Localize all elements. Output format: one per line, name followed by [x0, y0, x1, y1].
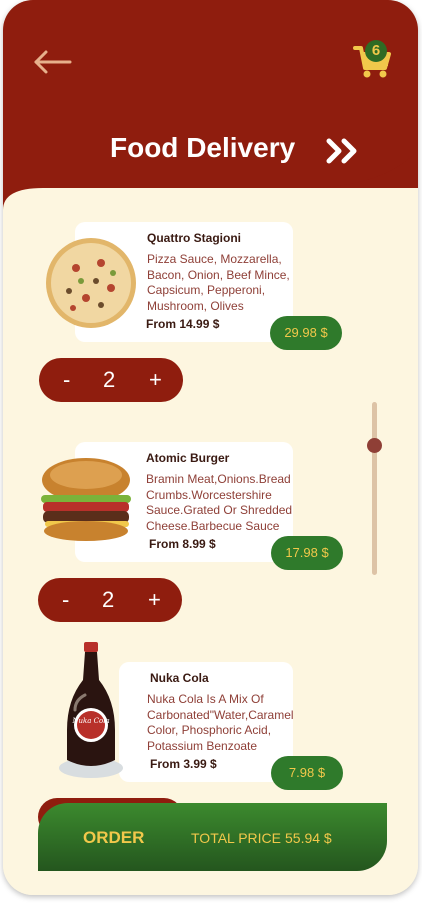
- quantity-stepper: - 2 +: [39, 358, 183, 402]
- item-total-price: 7.98 $: [271, 756, 343, 790]
- product-name: Quattro Stagioni: [147, 231, 241, 245]
- increment-button[interactable]: +: [148, 578, 161, 622]
- product-from-price: From 14.99 $: [146, 317, 220, 331]
- product-from-price: From 8.99 $: [149, 537, 216, 551]
- nuka-cola-bottle-image: Nuka Cola: [59, 642, 123, 778]
- product-description: Nuka Cola Is A Mix Of Carbonated"Water,C…: [147, 692, 294, 753]
- quantity-value: 2: [102, 587, 115, 612]
- decrement-button[interactable]: -: [63, 358, 70, 402]
- total-price-value: 55.94 $: [285, 830, 332, 846]
- pizza-image: [46, 238, 136, 328]
- increment-button[interactable]: +: [149, 358, 162, 402]
- product-name: Atomic Burger: [146, 451, 230, 465]
- cart-count-badge: 6: [365, 40, 387, 62]
- burger-image: [41, 458, 131, 541]
- page-title: Food Delivery: [110, 132, 296, 163]
- product-name: Nuka Cola: [150, 671, 209, 685]
- product-description: Pizza Sauce, Mozzarella, Bacon, Onion, B…: [147, 252, 290, 313]
- scroll-track[interactable]: [372, 402, 377, 575]
- decrement-button[interactable]: -: [62, 578, 69, 622]
- product-card[interactable]: Nuka Cola Nuka Cola Is A Mix Of Carbonat…: [119, 662, 294, 782]
- svg-text:Nuka Cola: Nuka Cola: [71, 717, 109, 725]
- product-description: Bramin Meat,Onions.Bread Crumbs.Worceste…: [146, 472, 293, 533]
- total-price-label: TOTAL PRICE: [191, 830, 281, 846]
- quantity-value: 2: [103, 367, 116, 392]
- product-from-price: From 3.99 $: [150, 757, 217, 771]
- back-arrow-icon[interactable]: [33, 48, 73, 76]
- order-button[interactable]: ORDER: [83, 828, 144, 848]
- item-total-price: 17.98 $: [271, 536, 343, 570]
- double-chevron-icon[interactable]: [325, 138, 361, 164]
- item-total-price: 29.98 $: [270, 316, 342, 350]
- app-screen: 6 Food Delivery Quattro Stagioni Pizza S…: [3, 0, 418, 895]
- quantity-stepper: - 2 +: [38, 578, 182, 622]
- scroll-thumb[interactable]: [367, 438, 382, 453]
